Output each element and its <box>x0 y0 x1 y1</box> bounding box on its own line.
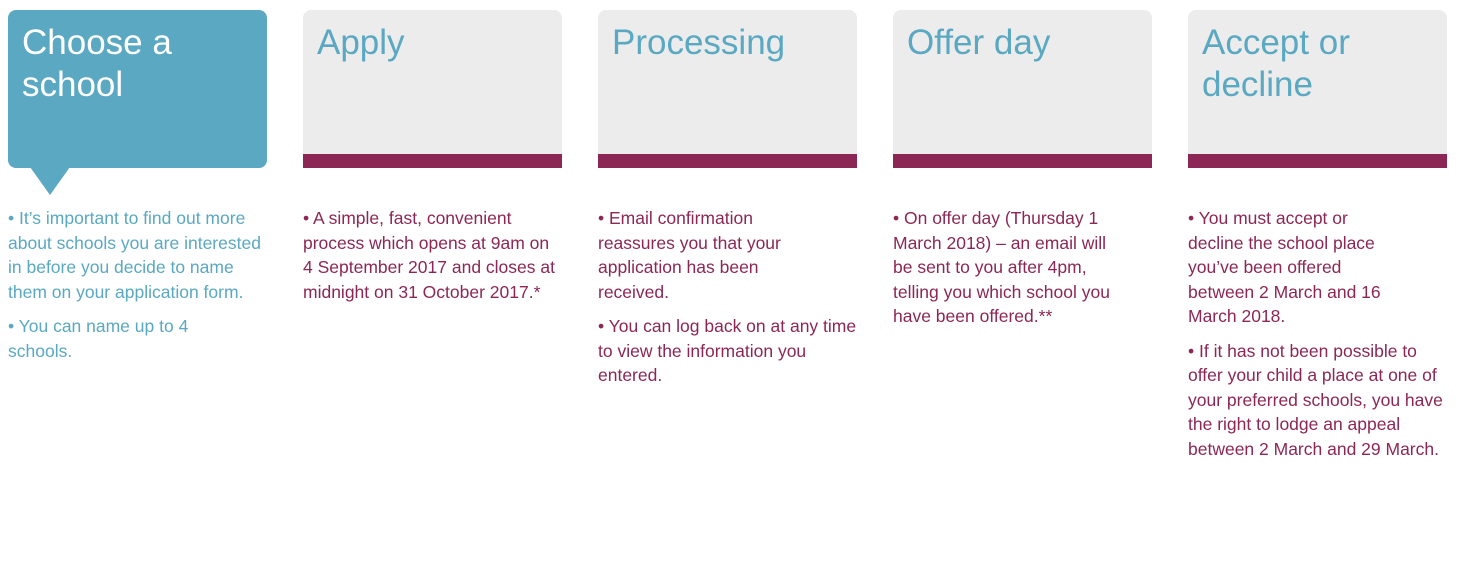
step-bullet: • You must accept or decline the school … <box>1188 208 1381 326</box>
step-processing: Processing • Email confirmation reassure… <box>598 10 857 385</box>
step-description: • It’s important to find out more about … <box>8 206 267 373</box>
step-title: Processing <box>612 23 786 62</box>
step-title: Offer day <box>907 23 1051 62</box>
step-accept-or-decline: Accept or decline • You must accept or d… <box>1188 10 1447 459</box>
process-steps: Choose a school • It’s important to find… <box>0 0 1457 570</box>
step-stripe <box>303 154 562 168</box>
step-bullet: • A simple, fast, convenient process whi… <box>303 208 555 302</box>
step-stripe <box>893 154 1152 168</box>
step-card: Accept or decline <box>1188 10 1447 168</box>
step-title: Apply <box>317 23 405 62</box>
step-card: Offer day <box>893 10 1152 168</box>
step-bullet: • Email confirmation reassures you that … <box>598 208 781 302</box>
step-card: Choose a school <box>8 10 267 168</box>
step-description: • Email confirmation reassures you that … <box>598 206 857 398</box>
step-bullet: • You can name up to 4 schools. <box>8 316 189 361</box>
step-stripe <box>1188 154 1447 168</box>
step-bullet: • It’s important to find out more about … <box>8 208 261 302</box>
step-pointer <box>30 167 70 195</box>
step-bullet: • You can log back on at any time to vie… <box>598 316 857 385</box>
step-title: Choose a school <box>22 23 172 104</box>
step-title: Accept or decline <box>1202 23 1350 104</box>
step-bullet: • On offer day (Thursday 1 March 2018) –… <box>893 208 1110 326</box>
step-bullet: • If it has not been possible to offer y… <box>1188 340 1443 459</box>
step-offer-day: Offer day • On offer day (Thursday 1 Mar… <box>893 10 1152 326</box>
step-description: • On offer day (Thursday 1 March 2018) –… <box>893 206 1152 339</box>
step-choose-a-school: Choose a school • It’s important to find… <box>8 10 267 361</box>
step-description: • You must accept or decline the school … <box>1188 206 1447 471</box>
step-description: • A simple, fast, convenient process whi… <box>303 206 562 314</box>
step-apply: Apply • A simple, fast, convenient proce… <box>303 10 562 302</box>
step-card: Apply <box>303 10 562 168</box>
step-card: Processing <box>598 10 857 168</box>
step-stripe <box>598 154 857 168</box>
